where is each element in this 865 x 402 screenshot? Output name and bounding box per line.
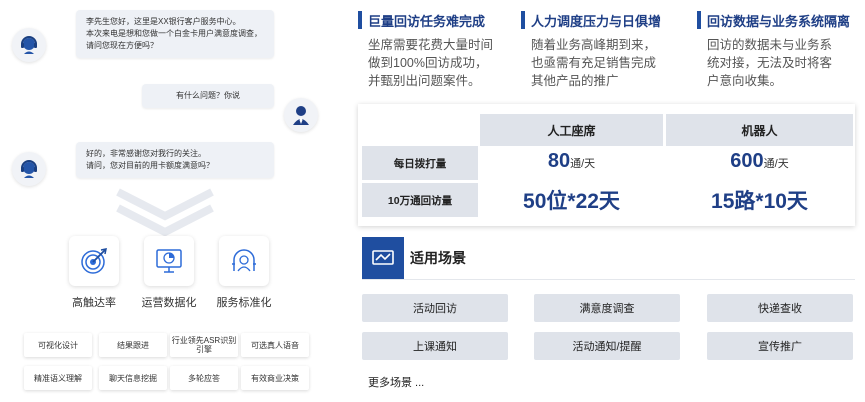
monitor-data-icon (144, 236, 194, 286)
scene-title: 适用场景 (410, 250, 466, 266)
robot-daily-value: 600 通/天 (730, 150, 789, 172)
chat-line: 请问，您对目前的用卡额度满意吗？ (86, 161, 214, 170)
scene-item: 活动通知/提醒 (534, 332, 680, 360)
service-standard-icon (219, 236, 269, 286)
human-daily-value: 80 通/天 (547, 150, 596, 172)
divider (362, 279, 855, 280)
customer-avatar-icon (284, 98, 318, 132)
comparison-table: 人工座席 机器人 每日拨打量 10万通回访量 80 通/天 600 通/天 50位*… (358, 104, 855, 226)
accent-bar (521, 11, 525, 29)
left-panel: 李先生您好，这里是XX银行客户服务中心。 本次来电是想和您做一个白金卡用户满意度… (0, 0, 340, 402)
robot-10w-value: 15路*10天 (711, 190, 808, 213)
accent-bar (697, 11, 701, 29)
chevron-down-icon (116, 188, 214, 236)
pain-title: 人力调度压力与日俱增 (531, 13, 662, 29)
row-label-daily: 每日拨打量 (362, 146, 478, 180)
feature-label: 服务标准化 (216, 297, 272, 309)
chat-bubble-customer: 有什么问题？你说 (142, 84, 274, 108)
scene-item: 宣传推广 (707, 332, 853, 360)
chat-line: 有什么问题？你说 (176, 91, 240, 100)
feature-tag: 多轮应答 (170, 366, 238, 390)
feature-tag: 行业领先ASR识别引擎 (170, 333, 238, 357)
chat-line: 请问您现在方便吗？ (86, 41, 158, 50)
target-icon (69, 236, 119, 286)
agent-avatar-icon (12, 28, 46, 62)
agent-avatar-icon (12, 152, 46, 186)
feature-tag: 有效商业决策 (241, 366, 309, 390)
pain-desc: 回访的数据未与业务系 统对接，无法及时将客 户意向收集。 (707, 38, 833, 88)
scene-monitor-icon (362, 237, 404, 279)
scene-item: 活动回访 (362, 294, 508, 322)
feature-tag: 可选真人语音 (241, 333, 309, 357)
feature-tag: 聊天信息挖掘 (99, 366, 167, 390)
col-header-human: 人工座席 (480, 114, 663, 146)
pain-point-3: 回访数据与业务系统隔离 回访的数据未与业务系 统对接，无法及时将客 户意向收集。 (697, 10, 857, 90)
feature-tag: 结果跟进 (99, 333, 167, 357)
pain-title: 回访数据与业务系统隔离 (707, 13, 851, 29)
pain-point-2: 人力调度压力与日俱增 随着业务高峰期到来， 也亟需有充足销售完成 其他产品的推广 (521, 10, 681, 90)
chat-line: 本次来电是想和您做一个白金卡用户满意度调查， (86, 29, 262, 38)
col-header-robot: 机器人 (666, 114, 853, 146)
pain-title: 巨量回访任务难完成 (368, 13, 486, 29)
chat-line: 李先生您好，这里是XX银行客户服务中心。 (86, 17, 241, 26)
row-label-10w: 10万通回访量 (362, 183, 478, 217)
chat-line: 好的，非常感谢您对我行的关注。 (86, 149, 206, 158)
more-scenes-link[interactable]: 更多场景 ... (368, 374, 424, 390)
human-10w-value: 50位*22天 (523, 190, 620, 213)
scene-item: 上课通知 (362, 332, 508, 360)
feature-tag: 精准语义理解 (24, 366, 92, 390)
accent-bar (358, 11, 362, 29)
pain-desc: 坐席需要花费大量时间 做到100%回访成功， 并甄别出问题案件。 (368, 38, 494, 88)
scene-item: 满意度调查 (534, 294, 680, 322)
chat-bubble-agent-1: 李先生您好，这里是XX银行客户服务中心。 本次来电是想和您做一个白金卡用户满意度… (76, 10, 274, 58)
pain-point-1: 巨量回访任务难完成 坐席需要花费大量时间 做到100%回访成功， 并甄别出问题案件。 (358, 10, 518, 90)
chat-bubble-agent-2: 好的，非常感谢您对我行的关注。 请问，您对目前的用卡额度满意吗？ (76, 142, 274, 178)
feature-tag: 可视化设计 (24, 333, 92, 357)
scene-item: 快递查收 (707, 294, 853, 322)
pain-desc: 随着业务高峰期到来， 也亟需有充足销售完成 其他产品的推广 (531, 38, 657, 88)
